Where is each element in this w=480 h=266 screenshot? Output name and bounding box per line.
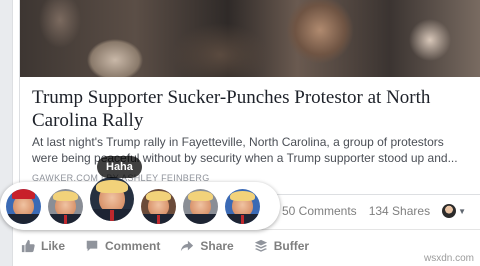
- preview-image[interactable]: [20, 0, 480, 77]
- buffer-button[interactable]: Buffer: [244, 231, 319, 261]
- comment-icon: [86, 240, 98, 252]
- share-arrow-icon: [181, 240, 194, 252]
- like-button[interactable]: Like: [19, 231, 75, 261]
- hair-shape: [229, 190, 256, 202]
- tie-shape: [110, 210, 114, 221]
- share-as-selector[interactable]: ▼: [442, 204, 466, 218]
- reaction-haha[interactable]: [90, 177, 134, 221]
- hair-shape: [145, 190, 172, 202]
- shares-count[interactable]: 134 Shares: [369, 204, 430, 218]
- reaction-angry[interactable]: [225, 188, 260, 224]
- tie-shape: [241, 215, 244, 224]
- link-preview[interactable]: Trump Supporter Sucker-Punches Protestor…: [19, 0, 480, 195]
- hair-shape: [96, 179, 128, 193]
- comment-label: Comment: [105, 239, 161, 253]
- tie-shape: [157, 215, 160, 224]
- reaction-tooltip: Haha: [97, 156, 142, 178]
- avatar: [442, 204, 457, 218]
- comment-button[interactable]: Comment: [75, 231, 170, 261]
- comments-count[interactable]: 50 Comments: [282, 204, 357, 218]
- reaction-wow[interactable]: [141, 188, 176, 224]
- hair-shape: [187, 190, 214, 202]
- buffer-icon: [254, 239, 267, 252]
- cap-icon: [12, 189, 35, 199]
- thumbs-up-icon: [21, 239, 35, 253]
- like-label: Like: [41, 239, 66, 253]
- reaction-sad[interactable]: [183, 188, 218, 224]
- reaction-like[interactable]: [6, 188, 41, 224]
- share-button[interactable]: Share: [170, 231, 243, 261]
- reaction-love[interactable]: [48, 188, 83, 224]
- engagement-counts: 50 Comments 134 Shares ▼: [282, 204, 466, 218]
- reactions-popup: [0, 177, 280, 230]
- suit-shape: [6, 213, 41, 224]
- share-label: Share: [200, 239, 234, 253]
- hair-shape: [52, 190, 79, 202]
- tie-shape: [64, 215, 67, 224]
- watermark: wsxdn.com: [423, 253, 474, 264]
- action-bar: Like Comment Share Buffer: [19, 231, 480, 261]
- preview-title[interactable]: Trump Supporter Sucker-Punches Protestor…: [32, 86, 472, 132]
- chevron-down-icon: ▼: [458, 206, 466, 216]
- buffer-label: Buffer: [273, 239, 310, 253]
- suit-shape: [183, 213, 218, 224]
